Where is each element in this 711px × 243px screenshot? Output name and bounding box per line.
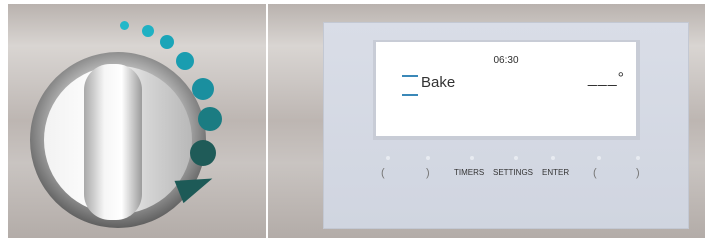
knob-grip[interactable] — [84, 64, 142, 220]
enter-button[interactable]: ENTER — [542, 168, 569, 177]
menu-bar-icon-top — [402, 75, 418, 77]
led-indicator-6 — [597, 156, 601, 160]
dial-scale-dot-5 — [192, 78, 214, 100]
led-indicator-4 — [514, 156, 518, 160]
cooking-mode: Bake — [421, 74, 456, 91]
display-bezel: 06:30 Bake ___° — [373, 40, 640, 140]
led-indicator-3 — [470, 156, 474, 160]
clock-time: 06:30 — [493, 55, 519, 66]
dial-scale-dot-6 — [198, 107, 222, 131]
settings-button[interactable]: SETTINGS — [493, 168, 533, 177]
led-indicator-2 — [426, 156, 430, 160]
led-indicator-5 — [551, 156, 555, 160]
left-metal-panel — [8, 4, 266, 238]
right-button-1[interactable]: ) — [426, 167, 430, 179]
temperature-readout: ___° — [587, 70, 625, 87]
oven-display: 06:30 Bake ___° — [376, 42, 636, 136]
dial-scale-dot-2 — [142, 25, 154, 37]
control-panel: 06:30 Bake ___° ( ) TIMERS SETTINGS ENTE… — [323, 22, 689, 229]
dial-scale-dot-3 — [160, 35, 174, 49]
led-indicator-1 — [386, 156, 390, 160]
dial-scale-dot-1 — [120, 21, 129, 30]
oven-knob[interactable] — [26, 48, 210, 232]
dial-scale-dot-7 — [190, 140, 216, 166]
menu-bar-icon-bottom — [402, 94, 418, 96]
led-indicator-7 — [636, 156, 640, 160]
timers-button[interactable]: TIMERS — [454, 168, 484, 177]
left-button-2[interactable]: ( — [593, 167, 597, 179]
oven-ui: 06:30 Bake ___° ( ) TIMERS SETTINGS ENTE… — [0, 0, 711, 243]
right-button-2[interactable]: ) — [636, 167, 640, 179]
left-button-1[interactable]: ( — [381, 167, 385, 179]
dial-scale-dot-4 — [176, 52, 194, 70]
